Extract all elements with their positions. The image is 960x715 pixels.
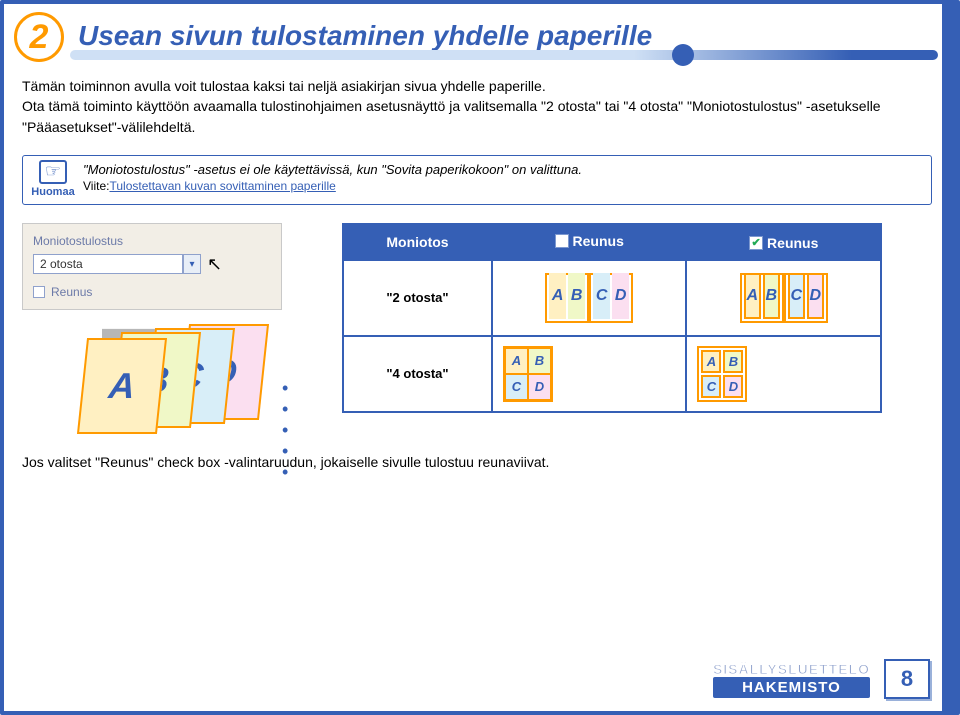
ellipsis-icon: • • • • • — [282, 378, 294, 483]
page-number: 8 — [884, 659, 930, 699]
index-link[interactable]: HAKEMISTO — [713, 677, 870, 698]
title-dot — [672, 44, 694, 66]
title-underline — [70, 50, 938, 60]
dropdown-button[interactable]: ▾ — [183, 254, 201, 274]
page-stack-illustration: D C B A • • • • • — [82, 328, 272, 438]
col2-label: Reunus — [573, 233, 624, 249]
driver-screenshot: Moniotostulostus 2 otosta ▾ ↖ Reunus — [22, 223, 282, 310]
chevron-down-icon: ▾ — [189, 259, 194, 270]
note-label: Huomaa — [29, 186, 77, 198]
cursor-icon: ↖ — [207, 254, 222, 275]
note-ref-prefix: Viite: — [83, 179, 109, 193]
checkbox-unchecked-icon — [555, 234, 569, 248]
note-text: "Moniotostulostus" -asetus ei ole käytet… — [83, 162, 921, 177]
note-ref-link[interactable]: Tulostettavan kuvan sovittaminen paperil… — [109, 179, 335, 193]
pointing-hand-icon: ☞ — [39, 160, 67, 184]
cell-2up-border: AB CD — [686, 260, 881, 336]
reunus-checkbox[interactable] — [33, 286, 45, 298]
note-box: ☞ Huomaa "Moniotostulostus" -asetus ei o… — [22, 155, 932, 205]
intro-paragraph-2: Ota tämä toiminto käyttöön avaamalla tul… — [22, 96, 926, 137]
footnote-text: Jos valitset "Reunus" check box -valinta… — [22, 454, 926, 470]
page-a: A — [77, 338, 167, 434]
col-header-reunus-on: ✔ Reunus — [686, 224, 881, 260]
checkbox-checked-icon: ✔ — [749, 236, 763, 250]
col-header-moniotos: Moniotos — [343, 224, 492, 260]
cell-4up-noborder: AB CD — [492, 336, 687, 412]
setting-label: Moniotostulostus — [33, 234, 271, 248]
row-4up-label: "4 otosta" — [343, 336, 492, 412]
col3-label: Reunus — [767, 235, 818, 251]
col-header-reunus-off: Reunus — [492, 224, 687, 260]
dropdown-value[interactable]: 2 otosta — [33, 254, 183, 274]
intro-paragraph-1: Tämän toiminnon avulla voit tulostaa kak… — [22, 76, 926, 96]
reunus-checkbox-label: Reunus — [51, 285, 92, 299]
cell-2up-noborder: AB CD — [492, 260, 687, 336]
cell-4up-border: AB CD — [686, 336, 881, 412]
layout-table: Moniotos Reunus ✔ Reunus "2 otosta" AB CD — [342, 223, 882, 413]
section-number-badge: 2 — [14, 12, 64, 62]
row-2up-label: "2 otosta" — [343, 260, 492, 336]
toc-link[interactable]: SISÄLLYSLUETTELO — [713, 661, 870, 677]
